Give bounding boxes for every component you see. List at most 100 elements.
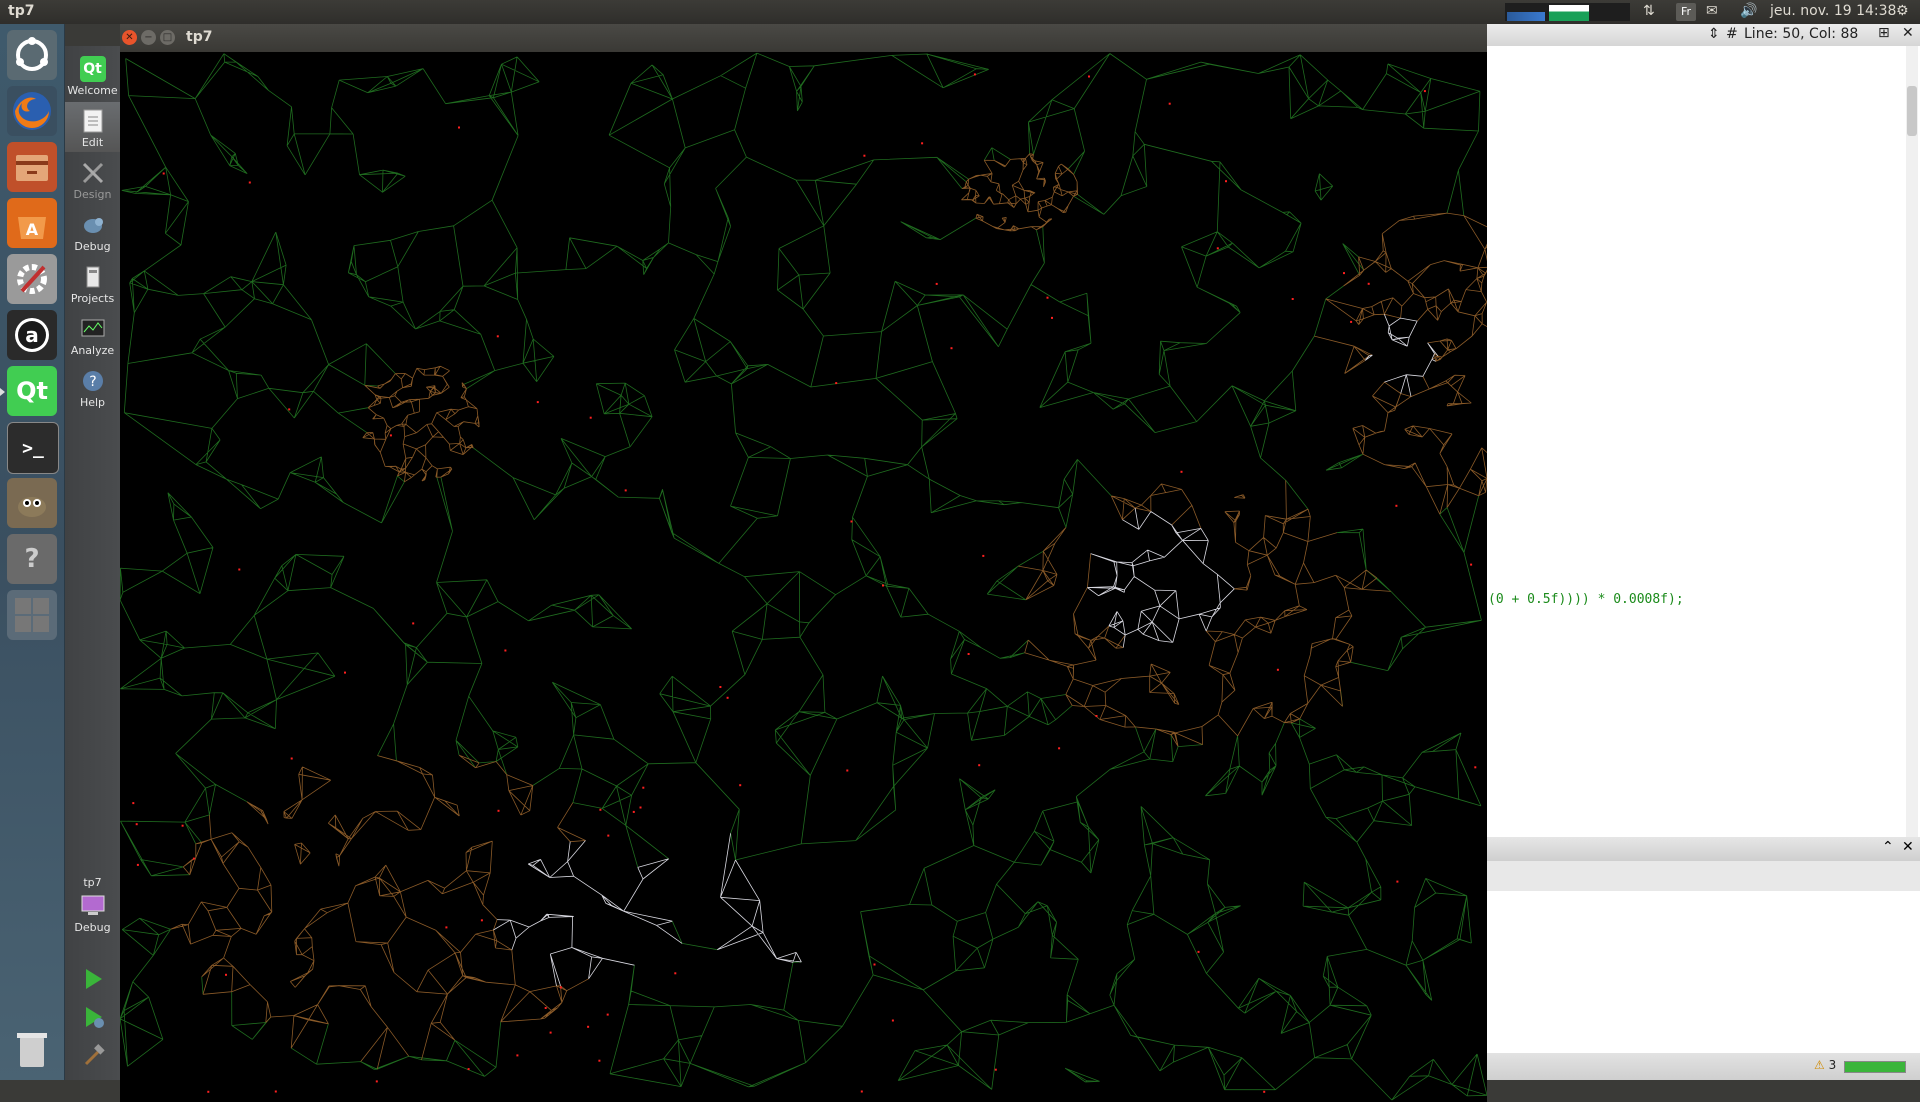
red-marker bbox=[1088, 75, 1090, 78]
svg-text:a: a bbox=[25, 323, 39, 347]
terminal-icon[interactable]: >_ bbox=[7, 422, 59, 474]
red-marker bbox=[559, 986, 562, 989]
red-marker bbox=[978, 764, 981, 767]
workspace-icon[interactable] bbox=[7, 590, 57, 640]
settings-icon[interactable] bbox=[7, 254, 57, 304]
red-marker bbox=[599, 808, 602, 811]
analyze-monitor-icon bbox=[80, 316, 106, 342]
warning-indicator[interactable]: ⚠ 3 bbox=[1814, 1058, 1836, 1072]
keyboard-layout-indicator[interactable]: Fr bbox=[1676, 3, 1696, 21]
clock[interactable]: jeu. nov. 19 14:38 bbox=[1770, 3, 1896, 19]
red-marker bbox=[1095, 715, 1098, 717]
build-button[interactable] bbox=[65, 1037, 120, 1073]
red-marker bbox=[1058, 747, 1061, 750]
mail-icon[interactable]: ✉ bbox=[1706, 3, 1718, 19]
maximize-window-button[interactable]: □ bbox=[160, 30, 175, 45]
red-marker bbox=[344, 671, 346, 674]
red-marker bbox=[207, 1090, 210, 1093]
close-pane-icon[interactable]: ✕ bbox=[1902, 839, 1914, 855]
toolbar-arrows-icon[interactable]: ⇕ bbox=[1708, 26, 1720, 42]
settings-gear-icon[interactable]: ⚙ bbox=[1896, 3, 1909, 19]
red-marker bbox=[632, 810, 635, 813]
app-window: ✕ − □ tp7 bbox=[120, 24, 1487, 1102]
system-monitor-indicator[interactable] bbox=[1505, 3, 1630, 21]
firefox-icon[interactable] bbox=[7, 86, 57, 136]
network-icon[interactable]: ⇅ bbox=[1643, 3, 1655, 19]
red-marker bbox=[549, 1031, 552, 1034]
red-marker bbox=[1216, 247, 1219, 250]
red-marker bbox=[496, 335, 499, 338]
edit-document-icon bbox=[80, 108, 106, 134]
kit-selector[interactable]: tp7 Debug bbox=[65, 872, 120, 942]
amazon-icon[interactable]: a bbox=[7, 310, 57, 360]
maximize-pane-icon[interactable]: ⌃ bbox=[1882, 839, 1894, 855]
software-center-icon[interactable]: A bbox=[7, 198, 57, 248]
mode-debug[interactable]: Debug bbox=[65, 206, 120, 256]
red-marker bbox=[835, 382, 838, 385]
red-marker bbox=[1474, 766, 1477, 769]
minimize-window-button[interactable]: − bbox=[141, 30, 156, 45]
output-pane-header: ⌃ ✕ bbox=[1486, 837, 1920, 861]
close-window-button[interactable]: ✕ bbox=[122, 30, 137, 45]
red-marker bbox=[467, 1068, 470, 1071]
red-marker bbox=[238, 568, 241, 571]
volume-icon[interactable]: 🔊 bbox=[1740, 3, 1757, 19]
run-button[interactable] bbox=[65, 961, 120, 997]
terrain-edges-brown bbox=[170, 153, 1487, 1070]
trash-icon[interactable] bbox=[7, 1024, 57, 1074]
red-marker bbox=[504, 649, 507, 652]
red-marker bbox=[1180, 470, 1183, 473]
mode-edit[interactable]: Edit bbox=[65, 102, 120, 152]
mode-help[interactable]: ? Help bbox=[65, 362, 120, 412]
app-window-title: tp7 bbox=[186, 29, 213, 45]
grid-edges-green bbox=[120, 52, 1487, 1101]
qt-creator-icon[interactable]: Qt bbox=[0, 366, 57, 416]
cursor-position[interactable]: Line: 50, Col: 88 bbox=[1744, 26, 1858, 42]
red-marker bbox=[921, 142, 924, 145]
design-tools-icon bbox=[80, 160, 106, 186]
mode-projects[interactable]: Projects bbox=[65, 258, 120, 308]
red-marker bbox=[846, 769, 849, 772]
output-pane[interactable] bbox=[1486, 891, 1920, 1053]
red-marker bbox=[544, 1007, 547, 1009]
code-line: (0 + 0.5f)))) * 0.0008f); bbox=[1488, 592, 1684, 607]
mode-analyze[interactable]: Analyze bbox=[65, 310, 120, 360]
red-marker bbox=[1396, 880, 1399, 883]
split-icon[interactable]: ⊞ bbox=[1878, 25, 1890, 41]
mode-welcome[interactable]: Qt Welcome bbox=[65, 50, 120, 100]
play-icon bbox=[85, 969, 102, 989]
svg-text:?: ? bbox=[89, 374, 96, 390]
qt-logo-icon: Qt bbox=[79, 56, 106, 82]
red-marker bbox=[850, 520, 853, 523]
red-marker bbox=[248, 181, 251, 184]
desktop-kit-icon bbox=[80, 893, 106, 919]
debug-run-button[interactable] bbox=[65, 999, 120, 1035]
red-marker bbox=[192, 857, 195, 860]
red-marker bbox=[497, 809, 500, 812]
red-marker bbox=[389, 434, 392, 437]
red-marker bbox=[181, 824, 184, 827]
red-marker bbox=[412, 622, 415, 625]
ubuntu-dash-icon[interactable] bbox=[7, 30, 57, 80]
terrain-wireframe bbox=[120, 52, 1487, 1101]
red-marker bbox=[132, 802, 135, 805]
app-window-titlebar: ✕ − □ tp7 bbox=[120, 24, 1487, 52]
warning-icon: ⚠ bbox=[1814, 1058, 1825, 1072]
red-marker bbox=[639, 806, 642, 809]
editor-scrollbar[interactable] bbox=[1906, 46, 1918, 837]
close-editor-icon[interactable]: ✕ bbox=[1902, 25, 1914, 41]
code-editor[interactable] bbox=[1486, 46, 1920, 837]
mode-design[interactable]: Design bbox=[65, 154, 120, 204]
mode-selector: Qt Welcome Edit Design Debug Projects An… bbox=[65, 46, 120, 1080]
red-marker bbox=[458, 126, 460, 129]
red-marker bbox=[274, 1090, 277, 1093]
files-icon[interactable] bbox=[7, 142, 57, 192]
red-marker bbox=[162, 172, 165, 175]
red-marker bbox=[726, 696, 729, 699]
help-icon[interactable]: ? bbox=[7, 534, 57, 584]
bug-icon bbox=[80, 212, 106, 238]
red-marker bbox=[1051, 316, 1053, 319]
gimp-icon[interactable] bbox=[7, 478, 57, 528]
red-marker bbox=[1046, 296, 1049, 299]
opengl-terrain-viewport[interactable] bbox=[120, 52, 1487, 1102]
